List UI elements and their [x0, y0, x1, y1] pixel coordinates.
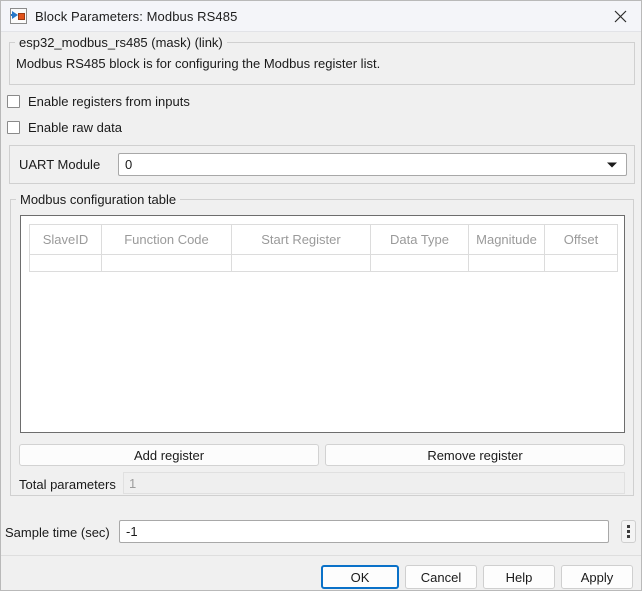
column-header-offset[interactable]: Offset	[544, 224, 618, 255]
ok-button[interactable]: OK	[321, 565, 399, 589]
column-header-function-code[interactable]: Function Code	[101, 224, 232, 255]
mask-description-group: esp32_modbus_rs485 (mask) (link) Modbus …	[9, 35, 635, 85]
title-bar: Block Parameters: Modbus RS485	[1, 1, 641, 32]
column-header-start-register[interactable]: Start Register	[231, 224, 371, 255]
checkbox-label: Enable raw data	[28, 119, 122, 135]
bottom-separator	[1, 555, 641, 556]
modbus-table-legend: Modbus configuration table	[16, 192, 181, 207]
sample-time-label: Sample time (sec)	[5, 525, 110, 540]
column-header-slaveid[interactable]: SlaveID	[29, 224, 102, 255]
checkbox-label: Enable registers from inputs	[28, 93, 190, 109]
table-header-row: SlaveID Function Code Start Register Dat…	[29, 224, 618, 255]
table-cell[interactable]	[544, 254, 618, 272]
total-parameters-label: Total parameters	[19, 477, 116, 492]
column-header-data-type[interactable]: Data Type	[370, 224, 469, 255]
uart-module-value: 0	[125, 157, 133, 172]
remove-register-button[interactable]: Remove register	[325, 444, 625, 466]
apply-button[interactable]: Apply	[561, 565, 633, 589]
modbus-register-table[interactable]: SlaveID Function Code Start Register Dat…	[29, 224, 618, 272]
table-cell[interactable]	[231, 254, 371, 272]
table-cell[interactable]	[101, 254, 232, 272]
checkbox-enable-raw-data[interactable]: Enable raw data	[7, 118, 122, 136]
cancel-button[interactable]: Cancel	[405, 565, 477, 589]
modbus-configuration-table-group: Modbus configuration table SlaveID Funct…	[10, 192, 634, 496]
checkbox-enable-registers-from-inputs[interactable]: Enable registers from inputs	[7, 92, 190, 110]
sample-time-input[interactable]: -1	[119, 520, 609, 543]
uart-module-dropdown[interactable]: 0	[118, 153, 627, 176]
mask-description-text: Modbus RS485 block is for configuring th…	[16, 56, 381, 71]
checkbox-box[interactable]	[7, 120, 20, 134]
table-row[interactable]	[29, 254, 618, 272]
modbus-table-panel[interactable]: SlaveID Function Code Start Register Dat…	[20, 215, 625, 433]
chevron-down-icon	[607, 162, 617, 167]
mask-name-legend: esp32_modbus_rs485 (mask) (link)	[15, 35, 227, 50]
checkbox-box[interactable]	[7, 94, 20, 108]
table-cell[interactable]	[370, 254, 469, 272]
table-cell[interactable]	[468, 254, 545, 272]
add-register-button[interactable]: Add register	[19, 444, 319, 466]
vertical-ellipsis-icon[interactable]	[621, 520, 636, 543]
close-icon[interactable]	[597, 1, 641, 31]
simulink-block-icon	[10, 8, 27, 24]
column-header-magnitude[interactable]: Magnitude	[468, 224, 545, 255]
block-parameters-dialog: Block Parameters: Modbus RS485 esp32_mod…	[0, 0, 642, 591]
table-cell[interactable]	[29, 254, 102, 272]
total-parameters-value: 1	[123, 472, 625, 494]
uart-module-label: UART Module	[19, 157, 101, 172]
window-title: Block Parameters: Modbus RS485	[35, 8, 238, 24]
help-button[interactable]: Help	[483, 565, 555, 589]
uart-module-group: UART Module 0	[9, 145, 635, 184]
